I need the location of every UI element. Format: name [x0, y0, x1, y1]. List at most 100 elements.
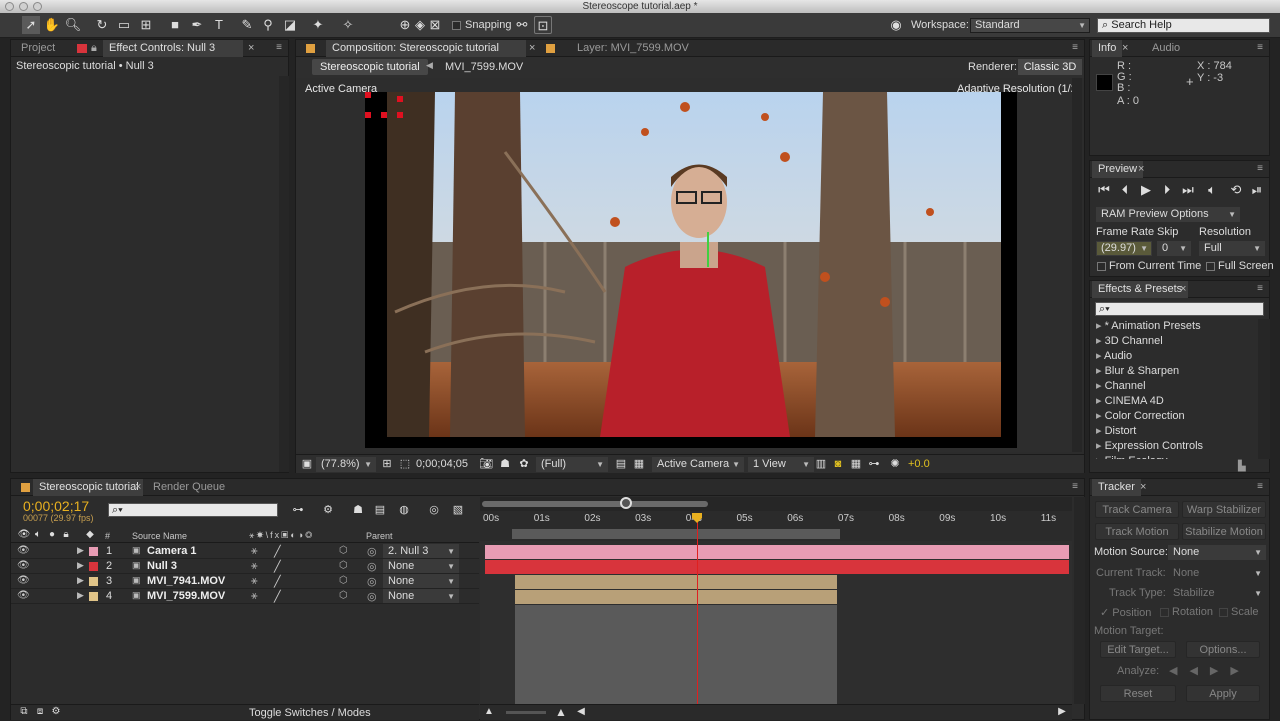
expand-arrow-icon[interactable]: ▶	[77, 560, 84, 571]
channel-icon[interactable]: ✿	[515, 455, 533, 473]
snapping-checkbox[interactable]	[452, 21, 461, 30]
effects-category[interactable]: ▸ Expression Controls	[1096, 439, 1203, 452]
shy-switch-icon[interactable]: ⚹	[251, 545, 258, 558]
tab-render-queue[interactable]: Render Queue	[147, 479, 231, 496]
panel-menu-icon[interactable]: ≡	[276, 43, 282, 53]
snapshot-icon[interactable]: 📷︎	[477, 455, 495, 473]
effects-search-field[interactable]: ⌕▾	[1095, 302, 1264, 316]
work-area-range[interactable]	[482, 501, 708, 507]
always-preview-icon[interactable]: ▣	[298, 455, 316, 473]
pick-whip-icon[interactable]: ◎	[367, 545, 377, 558]
eye-icon[interactable]: 👁︎	[17, 560, 30, 571]
flowchart-icon[interactable]: ⊶	[865, 455, 883, 473]
brainstorm-icon[interactable]: ▧	[449, 501, 467, 519]
exposure-icon[interactable]: ✺	[886, 455, 904, 473]
layer-label-swatch[interactable]	[89, 577, 98, 586]
eraser-tool-icon[interactable]: ◪	[281, 16, 299, 34]
panel-menu-icon[interactable]: ≡	[1072, 43, 1078, 53]
zoom-in-icon[interactable]: ▲	[552, 703, 570, 721]
3d-layer-icon[interactable]: ⬡	[339, 590, 348, 601]
layer-bar-mvi-7599[interactable]	[515, 590, 837, 604]
view-axis-icon[interactable]: ⊠	[426, 16, 444, 34]
stabilize-motion-button[interactable]: Stabilize Motion	[1182, 523, 1266, 540]
quality-switch-icon[interactable]: ╱	[274, 575, 281, 588]
previous-frame-icon[interactable]: ⏴	[1116, 181, 1134, 199]
audio-icon[interactable]: 🔈︎	[1203, 181, 1221, 199]
tab-tracker[interactable]: Tracker	[1092, 479, 1141, 496]
pen-tool-icon[interactable]: ✒	[188, 16, 206, 34]
time-graph[interactable]: 00s01s02s03s04s05s06s07s08s09s10s11s	[480, 497, 1072, 704]
layer-bar-null-3[interactable]	[485, 560, 1069, 574]
clone-stamp-tool-icon[interactable]: ⚲	[259, 16, 277, 34]
snap-options-icon[interactable]: ⚯	[513, 16, 531, 34]
layer-label-swatch[interactable]	[89, 562, 98, 571]
view-layout-dropdown[interactable]: 1 View ▼	[748, 457, 814, 472]
pan-behind-tool-icon[interactable]: ⊞	[137, 16, 155, 34]
effects-category[interactable]: ▸ CINEMA 4D	[1096, 394, 1164, 407]
expand-arrow-icon[interactable]: ▸	[1096, 380, 1105, 392]
expand-arrow-icon[interactable]: ▸	[1096, 425, 1105, 437]
table-row[interactable]: 👁︎ ▶ 4 ▣ MVI_7599.MOV ⚹ ╱ ⬡ ◎ None ▼	[11, 589, 479, 604]
tab-info[interactable]: Info	[1092, 40, 1123, 57]
comp-viewer[interactable]: Active Camera Adaptive Resolution (1/2)	[296, 78, 1082, 452]
show-snapshot-icon[interactable]: ☗	[496, 455, 514, 473]
panel-menu-icon[interactable]: ≡	[1257, 164, 1263, 174]
quality-switch-icon[interactable]: ╱	[274, 560, 281, 573]
skip-dropdown[interactable]: 0 ▼	[1157, 241, 1191, 256]
panel-menu-icon[interactable]: ≡	[1257, 482, 1263, 492]
preview-resolution-dropdown[interactable]: Full ▼	[1199, 241, 1265, 256]
current-time[interactable]: 0;00;04;05	[416, 458, 468, 470]
effects-category[interactable]: ▸ Film Ecology	[1096, 454, 1168, 459]
zoom-out-icon[interactable]: ▲	[480, 703, 498, 721]
tab-preview[interactable]: Preview	[1092, 161, 1144, 178]
shy-switch-icon[interactable]: ⚹	[251, 575, 258, 588]
type-tool-icon[interactable]: T	[210, 16, 228, 34]
parent-dropdown[interactable]: None ▼	[383, 559, 459, 573]
snap-edge-icon[interactable]: ⊡	[534, 16, 552, 34]
scroll-left-icon[interactable]: ◀	[572, 703, 590, 721]
region-of-interest-icon[interactable]: ▤	[612, 455, 630, 473]
tab-composition[interactable]: Composition: Stereoscopic tutorial	[326, 40, 526, 57]
options-button[interactable]: Options...	[1186, 641, 1260, 658]
tab-effects-presets[interactable]: Effects & Presets	[1092, 281, 1189, 298]
pick-whip-icon[interactable]: ◎	[367, 560, 377, 573]
next-frame-icon[interactable]: ⏵	[1158, 181, 1176, 199]
zoom-dropdown[interactable]: (77.8%) ▼	[316, 457, 376, 472]
eye-icon[interactable]: 👁︎	[17, 590, 30, 601]
3d-layer-icon[interactable]: ⬡	[339, 560, 348, 571]
camera-tool-icon[interactable]: ▭	[115, 16, 133, 34]
3d-layer-icon[interactable]: ⬡	[339, 545, 348, 556]
effects-category[interactable]: ▸ 3D Channel	[1096, 334, 1163, 347]
quality-switch-icon[interactable]: ╱	[274, 545, 281, 558]
resolution-dropdown[interactable]: (Full) ▼	[536, 457, 608, 472]
minimize-window-button[interactable]	[19, 2, 28, 11]
new-folder-icon[interactable]: ▙	[1238, 461, 1246, 472]
timeline-icon[interactable]: ▦	[847, 455, 865, 473]
exposure-value[interactable]: +0.0	[908, 458, 930, 470]
comp-mini-flowchart-icon[interactable]: ⊶	[289, 501, 307, 519]
expand-arrow-icon[interactable]: ▸	[1096, 455, 1105, 459]
ram-preview-icon[interactable]: ⏯	[1248, 181, 1266, 199]
layer-name[interactable]: Null 3	[147, 560, 177, 572]
effects-category[interactable]: ▸ Color Correction	[1096, 409, 1185, 422]
tab-timeline-comp[interactable]: Stereoscopic tutorial	[33, 479, 143, 496]
timeline-search-field[interactable]: ⌕▾	[108, 503, 278, 517]
pick-whip-icon[interactable]: ◎	[367, 590, 377, 603]
expand-arrow-icon[interactable]: ▸	[1096, 335, 1105, 347]
layer-name[interactable]: MVI_7941.MOV	[147, 575, 225, 587]
reset-button[interactable]: Reset	[1100, 685, 1176, 702]
from-current-time-checkbox[interactable]	[1097, 262, 1106, 271]
zoom-window-button[interactable]	[33, 2, 42, 11]
full-screen-checkbox[interactable]	[1206, 262, 1215, 271]
scale-checkbox[interactable]	[1219, 608, 1228, 617]
layer-name[interactable]: MVI_7599.MOV	[147, 590, 225, 602]
expand-arrow-icon[interactable]: ▸	[1096, 410, 1105, 422]
shy-layers-icon[interactable]: ☗	[349, 501, 367, 519]
close-icon[interactable]: ×	[529, 42, 535, 54]
tab-project[interactable]: Project	[15, 40, 61, 57]
expand-arrow-icon[interactable]: ▸	[1096, 320, 1105, 332]
transparency-grid-icon[interactable]: ▦	[630, 455, 648, 473]
motion-blur-icon[interactable]: ◍	[395, 501, 413, 519]
expand-arrow-icon[interactable]: ▸	[1096, 365, 1105, 377]
toggle-pixel-aspect-icon[interactable]: ▥	[812, 455, 830, 473]
